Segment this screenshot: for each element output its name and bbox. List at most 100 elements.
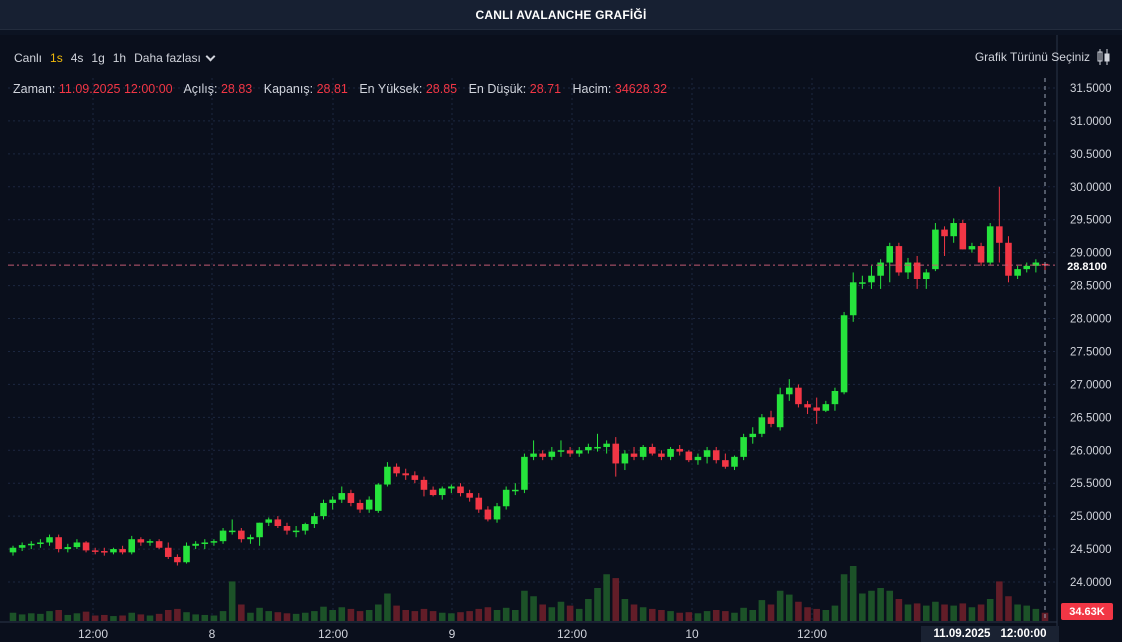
volume-bar — [658, 610, 665, 621]
volume-bar — [438, 612, 446, 621]
last-price-badge: 28.8100 — [1061, 258, 1113, 275]
y-tick-label: 28.0000 — [1070, 314, 1112, 326]
candle-body — [1023, 265, 1031, 270]
legend-volume-value: 34628.32 — [614, 82, 668, 96]
volume-bar — [603, 574, 610, 621]
volume-bar — [758, 600, 766, 621]
volume-bar — [740, 607, 747, 621]
volume-bar — [575, 608, 583, 621]
candle-body — [703, 450, 711, 457]
crosshair-time: 12:00:00 — [1000, 628, 1047, 640]
volume-bar — [512, 610, 519, 621]
candle-body — [840, 315, 848, 393]
y-tick-label: 31.0000 — [1070, 116, 1112, 128]
volume-bar — [959, 603, 967, 621]
volume-bar — [667, 611, 674, 621]
volume-bar — [238, 604, 245, 621]
legend-volume-label: Hacim: — [572, 82, 612, 96]
volume-bar — [164, 610, 172, 621]
candle-body — [667, 448, 674, 457]
volume-bar — [895, 599, 903, 621]
volume-bar — [448, 613, 455, 621]
crosshair-date: 11.09.2025 — [933, 628, 991, 640]
candle-body — [749, 433, 757, 438]
timeframe-1h[interactable]: 1h — [113, 51, 126, 65]
legend-time-value: 11.09.2025 12:00:00 — [58, 82, 173, 96]
candle-body — [959, 223, 967, 250]
candles — [9, 186, 1049, 566]
candle-body — [311, 516, 318, 525]
candle-body — [968, 246, 976, 250]
volume-bar — [457, 612, 464, 621]
legend-close-value: 28.81 — [316, 82, 348, 96]
volume-bar — [950, 605, 957, 621]
volume-bar — [630, 604, 638, 621]
timeframe-4s[interactable]: 4s — [71, 51, 84, 65]
volume-bar — [913, 603, 921, 621]
x-tick-label: 12:00 — [557, 627, 587, 641]
timeframe-1g[interactable]: 1g — [91, 51, 104, 65]
volume-bar — [311, 611, 318, 621]
y-tick-label: 31.5000 — [1070, 83, 1112, 95]
candle-body — [64, 547, 72, 550]
volume-bar — [466, 611, 473, 621]
x-tick-label: 9 — [449, 627, 456, 641]
candle-body — [859, 282, 866, 284]
candlestick-chart[interactable]: 31.500031.000030.500030.000029.500029.00… — [0, 0, 1122, 642]
volume-bar — [420, 608, 428, 621]
more-timeframes-dropdown[interactable]: Daha fazlası — [134, 51, 216, 65]
candle-body — [164, 547, 172, 557]
volume-bar — [137, 614, 145, 621]
y-tick-label: 25.0000 — [1070, 511, 1112, 523]
candle-body — [557, 450, 565, 452]
candle-body — [868, 275, 875, 283]
volume-bar — [539, 604, 546, 621]
volume-bar — [767, 604, 775, 621]
volume-bar — [146, 615, 154, 621]
candle-body — [996, 226, 1003, 243]
volume-bar — [329, 610, 336, 621]
candle-body — [256, 522, 263, 538]
volume-bar — [347, 608, 355, 621]
candle-body — [731, 456, 738, 467]
volume-bar — [722, 611, 729, 621]
chart-type-selector[interactable]: Grafik Türünü Seçiniz — [975, 48, 1112, 66]
candle-body — [886, 246, 894, 263]
y-tick-label: 28.5000 — [1070, 281, 1112, 293]
more-timeframes-label: Daha fazlası — [134, 51, 201, 65]
volume-bar — [82, 611, 90, 621]
candle-body — [932, 229, 939, 270]
candle-body — [466, 493, 473, 498]
y-tick-label: 30.5000 — [1070, 149, 1112, 161]
candle-body — [804, 404, 811, 408]
y-tick-label: 25.5000 — [1070, 478, 1112, 490]
volume-bar — [685, 612, 693, 621]
candle-body — [740, 437, 747, 457]
candle-body — [457, 486, 464, 494]
volume-bar — [530, 596, 537, 621]
candle-body — [55, 537, 62, 550]
candle-body — [1005, 242, 1012, 276]
legend-high-value: 28.85 — [425, 82, 458, 96]
volume-bar — [228, 581, 236, 621]
timeframe-canli[interactable]: Canlı — [14, 51, 42, 65]
timeframe-1s[interactable]: 1s — [50, 51, 63, 65]
candle-body — [448, 486, 455, 489]
volume-bar — [292, 613, 300, 621]
volume-bar — [868, 590, 875, 621]
volume-bar — [119, 615, 126, 621]
volume-bar — [731, 612, 738, 621]
candle-body — [831, 390, 839, 405]
candle-body — [128, 539, 136, 553]
candle-body — [137, 539, 145, 543]
volume-bar — [393, 605, 400, 621]
volume-bar — [384, 593, 391, 621]
candle-body — [685, 451, 693, 461]
candle-body — [722, 460, 729, 467]
volume-bar — [822, 610, 830, 621]
volume-bar — [219, 611, 227, 621]
candle-body — [712, 450, 720, 461]
candle-body — [493, 506, 501, 520]
volume-bar — [977, 604, 985, 621]
candle-body — [530, 453, 537, 457]
